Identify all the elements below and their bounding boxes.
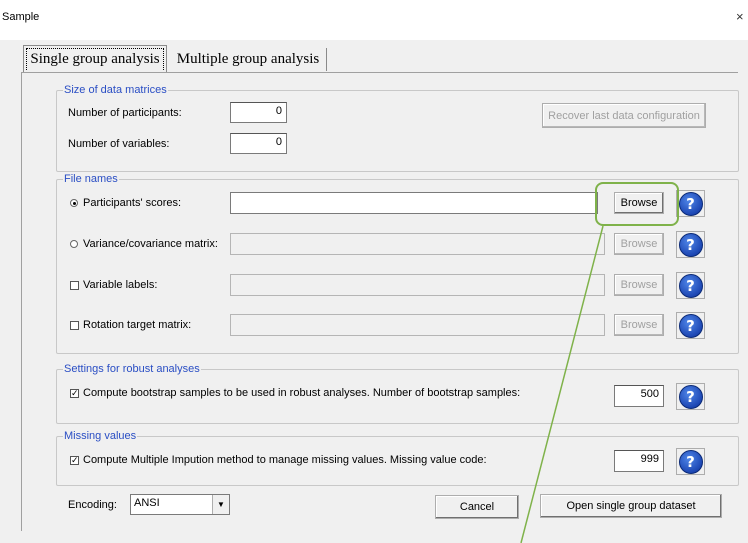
- multiple-imputation-checkbox[interactable]: ✓: [70, 456, 79, 465]
- variance-covariance-label: Variance/covariance matrix:: [83, 238, 218, 250]
- group-legend: Size of data matrices: [63, 84, 168, 96]
- encoding-select[interactable]: ANSI ▼: [130, 494, 230, 515]
- group-legend: File names: [63, 173, 119, 185]
- close-icon[interactable]: ×: [736, 9, 744, 24]
- participants-scores-label: Participants' scores:: [83, 197, 182, 209]
- participants-scores-radio[interactable]: [70, 199, 78, 207]
- rotation-target-help-button[interactable]: ?: [676, 312, 705, 339]
- missing-values-group: Missing values ✓ Compute Multiple Imputi…: [56, 430, 739, 486]
- rotation-target-path-input[interactable]: [230, 314, 605, 336]
- variables-input[interactable]: 0: [230, 133, 287, 154]
- help-icon: ?: [678, 273, 703, 298]
- size-of-data-matrices-group: Size of data matrices Number of particip…: [56, 84, 739, 172]
- rotation-target-checkbox[interactable]: [70, 321, 79, 330]
- help-icon: ?: [678, 313, 703, 338]
- cancel-button[interactable]: Cancel: [435, 495, 519, 519]
- multiple-imputation-label: Compute Multiple Impution method to mana…: [83, 454, 487, 466]
- encoding-label: Encoding:: [68, 499, 117, 511]
- variables-label: Number of variables:: [68, 138, 170, 150]
- participants-input[interactable]: 0: [230, 102, 287, 123]
- variable-labels-help-button[interactable]: ?: [676, 272, 705, 299]
- tab-single-group-analysis[interactable]: Single group analysis: [23, 45, 167, 72]
- rotation-target-browse-button[interactable]: Browse: [614, 314, 664, 336]
- tab-multiple-group-analysis[interactable]: Multiple group analysis: [170, 48, 327, 71]
- variable-labels-browse-button[interactable]: Browse: [614, 274, 664, 296]
- participants-scores-path-input[interactable]: [230, 192, 598, 214]
- tab-label: Multiple group analysis: [176, 51, 320, 67]
- robust-analyses-group: Settings for robust analyses ✓ Compute b…: [56, 363, 739, 424]
- variance-covariance-help-button[interactable]: ?: [676, 231, 705, 258]
- variance-covariance-path-input[interactable]: [230, 233, 605, 255]
- rotation-target-label: Rotation target matrix:: [83, 319, 192, 331]
- variance-covariance-radio[interactable]: [70, 240, 78, 248]
- chevron-down-icon: ▼: [212, 495, 229, 514]
- recover-last-data-configuration-button[interactable]: Recover last data configuration: [542, 103, 706, 128]
- variable-labels-label: Variable labels:: [83, 279, 158, 291]
- group-legend: Settings for robust analyses: [63, 363, 201, 375]
- variable-labels-path-input[interactable]: [230, 274, 605, 296]
- tab-page: Size of data matrices Number of particip…: [21, 72, 739, 531]
- group-legend: Missing values: [63, 430, 138, 442]
- participants-label: Number of participants:: [68, 107, 182, 119]
- missing-value-code-input[interactable]: 999: [614, 450, 664, 472]
- help-icon: ?: [678, 384, 703, 409]
- participants-scores-help-button[interactable]: ?: [676, 190, 705, 217]
- missing-values-help-button[interactable]: ?: [676, 448, 705, 475]
- browse-highlight-box: [595, 182, 679, 226]
- window-title: Sample: [2, 11, 40, 23]
- bootstrap-label: Compute bootstrap samples to be used in …: [83, 387, 521, 399]
- tab-label: Single group analysis: [30, 51, 160, 67]
- help-icon: ?: [678, 191, 703, 216]
- open-single-group-dataset-button[interactable]: Open single group dataset: [540, 494, 722, 518]
- help-icon: ?: [678, 449, 703, 474]
- bootstrap-samples-input[interactable]: 500: [614, 385, 664, 407]
- encoding-selected-value: ANSI: [134, 497, 160, 509]
- help-icon: ?: [678, 232, 703, 257]
- bootstrap-help-button[interactable]: ?: [676, 383, 705, 410]
- bootstrap-checkbox[interactable]: ✓: [70, 389, 79, 398]
- variable-labels-checkbox[interactable]: [70, 281, 79, 290]
- variance-covariance-browse-button[interactable]: Browse: [614, 233, 664, 255]
- title-bar: Sample ×: [0, 0, 748, 30]
